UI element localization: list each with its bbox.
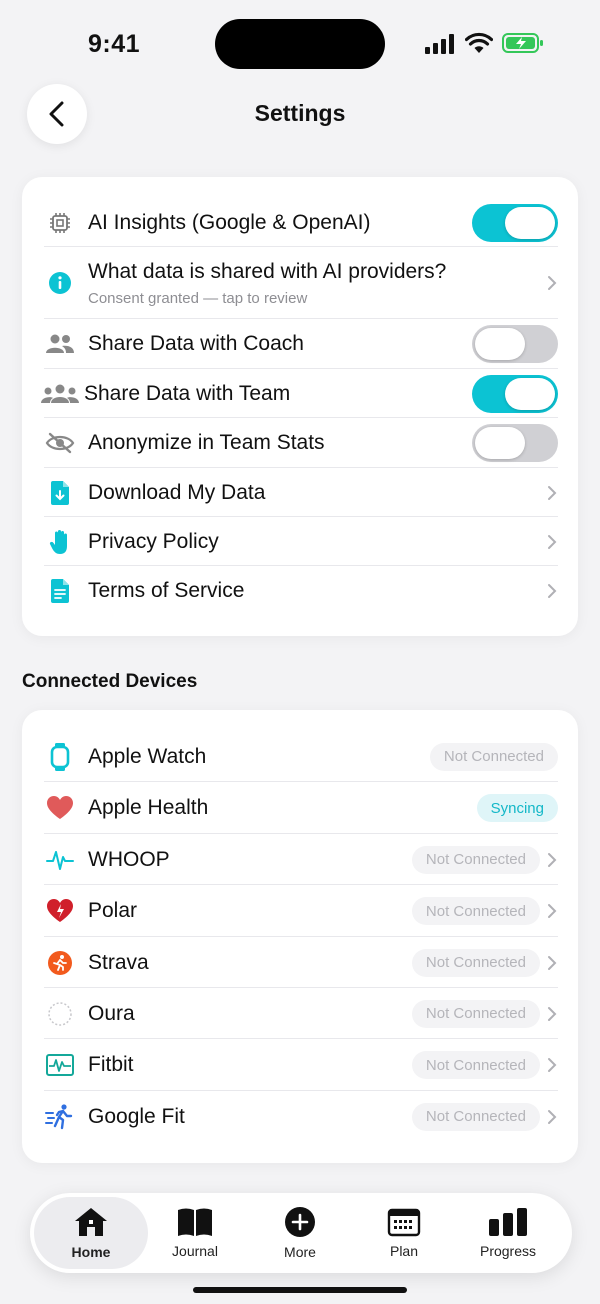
ring-icon — [44, 998, 76, 1030]
device-row-apple-watch[interactable]: Apple Watch Not Connected — [44, 731, 558, 782]
heart-icon — [44, 792, 76, 824]
chevron-right-icon — [548, 852, 557, 867]
tab-label: Journal — [172, 1243, 218, 1259]
device-row-polar[interactable]: Polar Not Connected — [44, 885, 558, 937]
share-coach-toggle[interactable] — [472, 325, 558, 363]
home-indicator[interactable] — [193, 1287, 407, 1293]
strava-icon — [44, 947, 76, 979]
device-label: Apple Watch — [88, 744, 207, 768]
document-icon — [44, 575, 76, 607]
eye-slash-icon — [44, 427, 76, 459]
tab-plan[interactable]: Plan — [350, 1193, 458, 1273]
page-title: Settings — [254, 100, 346, 126]
device-label: Apple Health — [88, 796, 209, 819]
device-label: Strava — [88, 950, 149, 974]
ai-insights-label: AI Insights (Google & OpenAI) — [88, 211, 371, 234]
fitbit-icon — [44, 1049, 76, 1081]
dynamic-island — [215, 19, 385, 69]
status-badge: Not Connected — [411, 1102, 540, 1131]
chevron-right-icon — [548, 955, 557, 970]
status-badge: Not Connected — [411, 897, 540, 925]
runner-icon — [44, 1101, 76, 1133]
ai-insights-toggle[interactable] — [472, 204, 558, 242]
chevron-right-icon — [548, 276, 557, 290]
hand-icon — [44, 526, 76, 558]
device-label: Oura — [88, 1001, 135, 1025]
consent-status: Consent granted — tap to review — [88, 289, 308, 307]
status-bar: 9:41 — [0, 0, 600, 90]
status-badge: Not Connected — [411, 999, 540, 1028]
anonymize-toggle[interactable] — [472, 424, 558, 462]
tab-journal[interactable]: Journal — [141, 1193, 249, 1273]
terms-label: Terms of Service — [88, 579, 245, 602]
ai-data-sharing-row[interactable]: What data is shared with AI providers? C… — [44, 247, 558, 319]
ai-insights-row: AI Insights (Google & OpenAI) — [44, 199, 558, 247]
polar-heart-icon — [44, 895, 76, 927]
tab-home[interactable]: Home — [34, 1197, 148, 1269]
status-badge: Not Connected — [411, 1051, 540, 1079]
calendar-icon — [387, 1208, 421, 1237]
share-team-toggle[interactable] — [472, 374, 558, 413]
device-label: Fitbit — [88, 1053, 134, 1076]
share-team-label: Share Data with Team — [84, 381, 291, 405]
battery-charging-icon — [502, 33, 543, 53]
device-label: Polar — [88, 899, 138, 922]
home-icon — [75, 1208, 107, 1236]
tab-more[interactable]: More — [246, 1193, 354, 1273]
watch-icon — [44, 741, 76, 773]
pulse-icon — [44, 844, 76, 876]
share-coach-row: Share Data with Coach — [44, 319, 558, 369]
device-label: Google Fit — [88, 1104, 185, 1128]
chevron-right-icon — [548, 534, 557, 549]
privacy-settings-card: AI Insights (Google & OpenAI) What data … — [22, 177, 578, 636]
chevron-right-icon — [548, 584, 557, 598]
download-data-row[interactable]: Download My Data — [44, 468, 558, 517]
tab-progress[interactable]: Progress — [454, 1193, 562, 1273]
device-row-fitbit[interactable]: Fitbit Not Connected — [44, 1039, 558, 1091]
chevron-right-icon — [548, 1058, 557, 1072]
tab-label: Home — [71, 1244, 111, 1260]
download-data-label: Download My Data — [88, 480, 266, 504]
anonymize-label: Anonymize in Team Stats — [88, 431, 325, 454]
device-row-whoop[interactable]: WHOOP Not Connected — [44, 834, 558, 885]
plus-circle-icon — [285, 1207, 315, 1237]
share-team-row: Share Data with Team — [41, 369, 558, 418]
tab-label: Plan — [389, 1243, 419, 1259]
tab-label: Progress — [479, 1243, 537, 1259]
ai-data-sharing-label: What data is shared with AI providers? — [88, 259, 447, 283]
device-row-oura[interactable]: Oura Not Connected — [44, 988, 558, 1039]
devices-card: Apple Watch Not Connected Apple Health S… — [22, 710, 578, 1163]
tab-bar: Home Journal More Plan Progress — [30, 1193, 572, 1273]
group-icon — [40, 378, 80, 410]
book-icon — [178, 1208, 212, 1236]
share-coach-label: Share Data with Coach — [88, 332, 304, 355]
terms-row[interactable]: Terms of Service — [44, 566, 558, 616]
device-row-apple-health[interactable]: Apple Health Syncing — [44, 782, 558, 834]
chevron-right-icon — [548, 1109, 557, 1124]
device-row-google-fit[interactable]: Google Fit Not Connected — [44, 1091, 558, 1142]
two-people-icon — [44, 328, 76, 360]
tab-label: More — [284, 1244, 316, 1260]
bar-chart-icon — [489, 1208, 527, 1236]
device-row-strava[interactable]: Strava Not Connected — [44, 937, 558, 988]
chevron-right-icon — [548, 904, 557, 918]
info-icon — [44, 267, 76, 299]
status-badge: Not Connected — [411, 948, 540, 977]
nav-header: Settings — [0, 84, 600, 160]
chevron-right-icon — [548, 485, 557, 500]
connected-devices-title: Connected Devices — [22, 671, 198, 692]
chip-icon — [44, 207, 76, 239]
cellular-signal-icon — [425, 34, 454, 54]
status-badge: Not Connected — [411, 845, 540, 874]
chevron-right-icon — [548, 1006, 557, 1021]
status-badge: Syncing — [476, 794, 558, 822]
status-badge: Not Connected — [429, 742, 558, 771]
privacy-policy-label: Privacy Policy — [88, 529, 219, 553]
anonymize-row: Anonymize in Team Stats — [44, 418, 558, 468]
wifi-icon — [465, 32, 493, 53]
download-doc-icon — [44, 477, 76, 509]
privacy-policy-row[interactable]: Privacy Policy — [44, 517, 558, 566]
device-label: WHOOP — [88, 847, 170, 871]
status-time: 9:41 — [88, 30, 141, 58]
